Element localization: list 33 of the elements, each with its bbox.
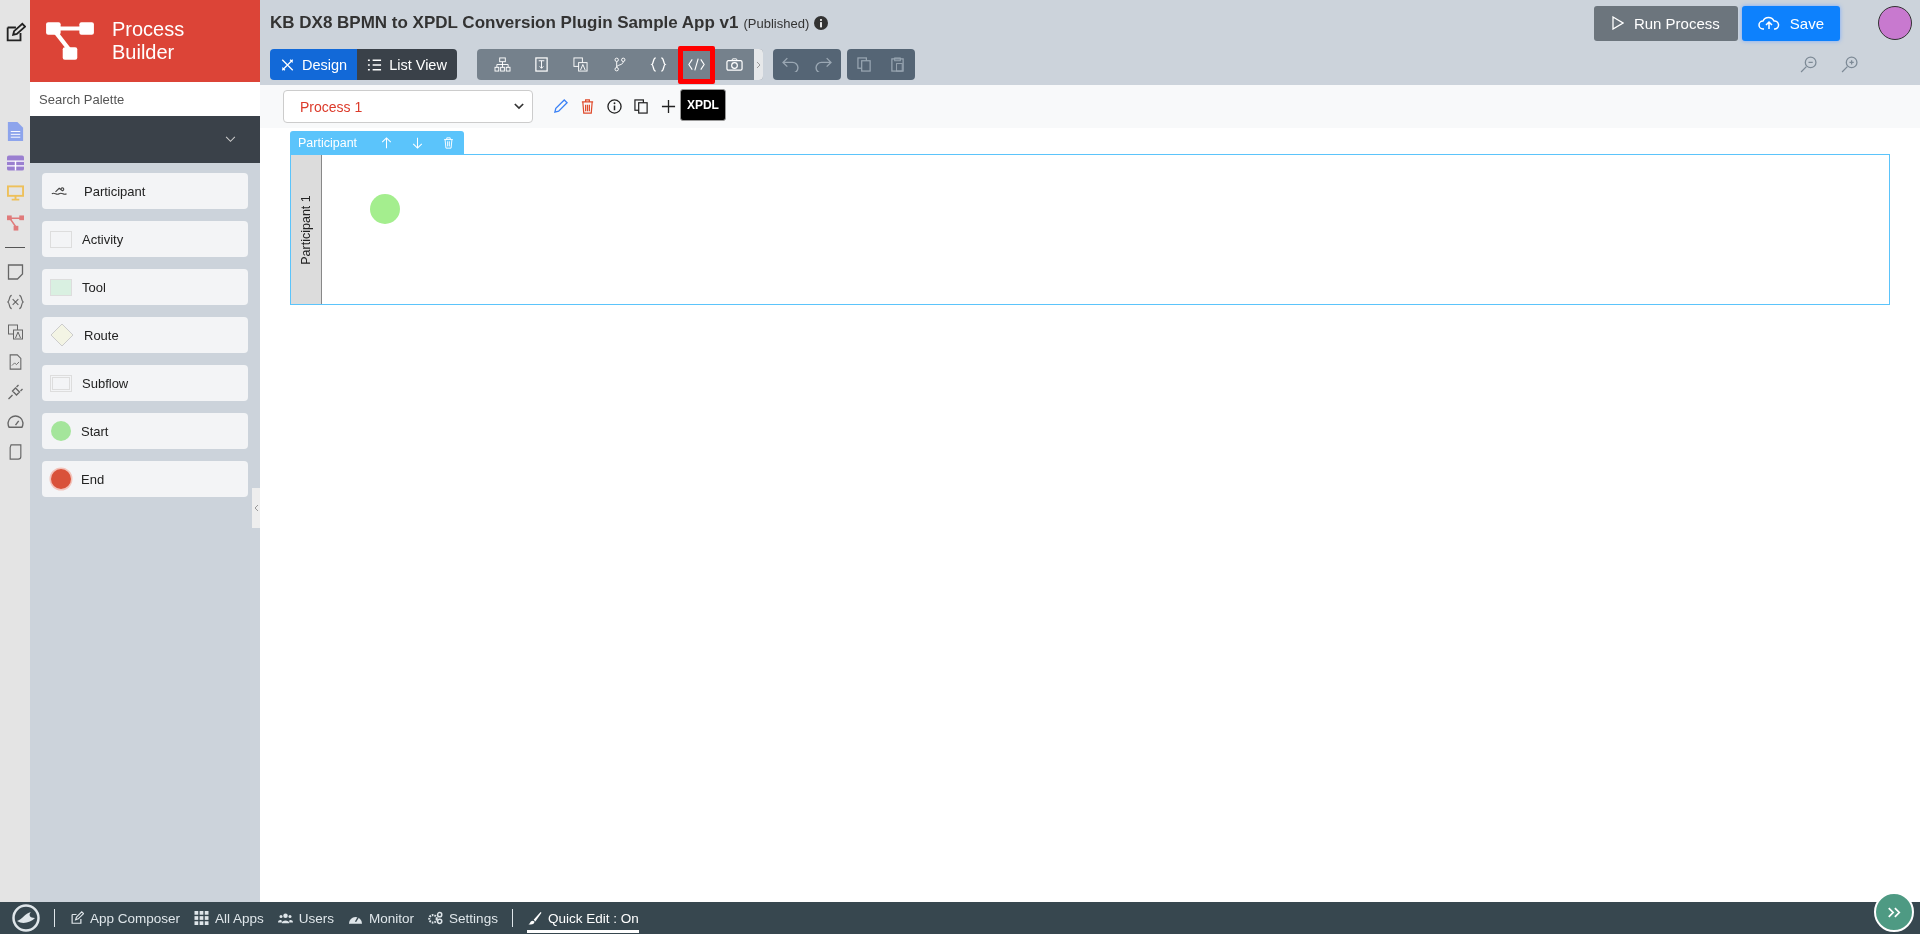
palette-label: Activity: [82, 231, 124, 247]
save-button[interactable]: Save: [1741, 5, 1840, 41]
process-select[interactable]: Process 1: [283, 90, 533, 123]
palette-item[interactable]: Route: [42, 317, 248, 353]
palette-label: Subflow: [82, 375, 129, 391]
search-field[interactable]: Search Palette: [30, 82, 260, 116]
palette-item[interactable]: Activity: [42, 221, 248, 257]
palette-label: Start: [81, 423, 109, 439]
publish-status: (Published): [743, 15, 810, 31]
view-tab[interactable]: List View: [357, 49, 457, 80]
palette-item[interactable]: Subflow: [42, 365, 248, 401]
palette-label: Tool: [82, 279, 106, 295]
palette-label: End: [81, 471, 105, 487]
palette-item[interactable]: Tool: [42, 269, 248, 305]
tooltip: XPDL: [679, 88, 726, 121]
app-title: KB DX8 BPMN to XPDL Conversion Plugin Sample App v1: [270, 13, 739, 33]
participant-toolbar-label: Participant: [298, 135, 358, 150]
footer-link[interactable]: App Composer: [69, 910, 181, 926]
footer-link[interactable]: Settings: [428, 910, 498, 926]
run-process-button[interactable]: Run Process: [1593, 5, 1738, 41]
swimlane[interactable]: Participant 1: [290, 154, 1890, 305]
footer-link[interactable]: Quick Edit : On: [526, 903, 639, 933]
palette-label: Route: [84, 327, 119, 343]
view-tab[interactable]: Design: [270, 49, 358, 80]
brand-name: Process Builder: [112, 18, 186, 64]
lane-label: Participant 1: [299, 194, 313, 265]
palette-item[interactable]: End: [42, 461, 248, 497]
footer-link[interactable]: All Apps: [194, 910, 264, 926]
palette-item[interactable]: Participant: [42, 173, 248, 209]
footer-link[interactable]: Users: [277, 910, 335, 926]
footer-link[interactable]: Monitor: [348, 910, 415, 926]
palette-label: Participant: [84, 183, 146, 199]
palette-item[interactable]: Start: [42, 413, 248, 449]
